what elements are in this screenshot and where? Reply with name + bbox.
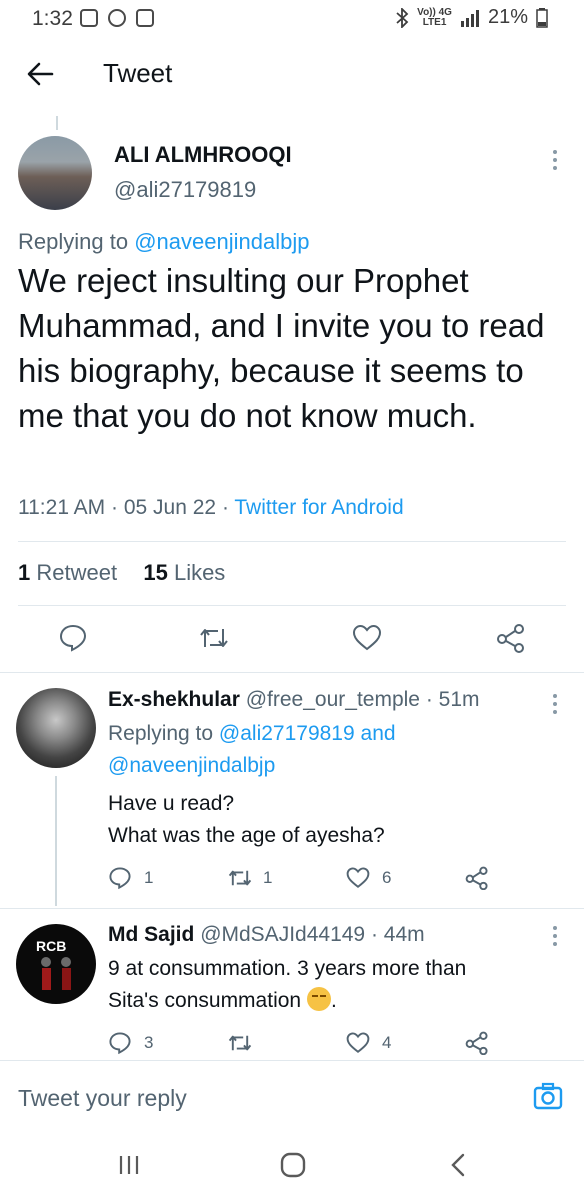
reply-age: 51m (438, 688, 480, 711)
back-arrow-icon[interactable] (26, 60, 54, 88)
battery-icon (536, 7, 548, 28)
thread-line (56, 116, 58, 130)
reply-avatar[interactable] (16, 688, 96, 768)
divider (18, 541, 566, 542)
retweet-button[interactable] (198, 623, 230, 653)
reply-input[interactable]: Tweet your reply (18, 1085, 187, 1112)
reply-icon (109, 867, 131, 890)
heart-icon (346, 867, 370, 889)
replying-to-link[interactable]: @ali27179819 (219, 722, 355, 745)
like-button[interactable]: 4 (346, 1031, 391, 1055)
retweet-button[interactable]: 1 (227, 866, 272, 890)
page-title: Tweet (103, 58, 173, 88)
retweet-icon (228, 870, 252, 886)
gallery-icon (80, 9, 98, 27)
tweet-source-link[interactable]: Twitter for Android (234, 496, 403, 519)
top-bar: Tweet (0, 48, 584, 104)
avatar-figures (41, 957, 71, 990)
reply-replying-to: Replying to @ali27179819 and @naveenjind… (108, 722, 396, 777)
battery-percent: 21% (487, 6, 528, 28)
reply-header: Md Sajid @MdSAJId44149 · 44m (108, 923, 425, 946)
signal-icon (460, 9, 479, 27)
more-options-icon[interactable] (553, 926, 557, 946)
recent-apps-icon[interactable] (118, 1154, 140, 1176)
bluetooth-icon (396, 7, 409, 28)
home-icon[interactable] (280, 1152, 306, 1178)
tweet-meta: 11:21 AM · 05 Jun 22 · Twitter for Andro… (18, 496, 404, 519)
system-navigation-bar (0, 1128, 584, 1200)
author-avatar[interactable] (18, 136, 92, 210)
whatsapp-icon (108, 9, 126, 27)
more-options-icon[interactable] (553, 694, 557, 714)
retweet-button[interactable] (227, 1031, 253, 1055)
reply-icon (59, 624, 87, 652)
reply-avatar[interactable]: RCB (16, 924, 96, 1004)
reply-header: Ex-shekhular @free_our_temple · 51m (108, 688, 480, 711)
reply-author-handle[interactable]: @free_our_temple (246, 688, 420, 711)
wifi-settings-icon (136, 9, 154, 27)
reply-author-handle[interactable]: @MdSAJId44149 (200, 923, 365, 946)
reply-text: Have u read? What was the age of ayesha? (108, 792, 385, 847)
reply-icon (109, 1032, 131, 1055)
status-time: 1:32 (32, 7, 73, 30)
compose-bar: Tweet your reply (0, 1060, 584, 1125)
retweet-icon (228, 1035, 252, 1051)
retweets-stat[interactable]: 1 Retweet (18, 560, 117, 585)
tweet-date: 05 Jun 22 (123, 496, 217, 519)
heart-icon (352, 624, 382, 651)
replying-to: Replying to @naveenjindalbjp (18, 229, 310, 254)
like-button[interactable] (352, 623, 382, 653)
tweet-stats: 1 Retweet 15 Likes (18, 560, 225, 586)
status-bar: 1:32 Vo)) 4G LTE1 21% (0, 0, 584, 38)
reply-button[interactable]: 1 (108, 866, 153, 890)
reply-author-name[interactable]: Md Sajid (108, 923, 194, 946)
reply-thread-line (55, 776, 57, 906)
share-icon (497, 624, 524, 653)
like-button[interactable]: 6 (346, 866, 391, 890)
divider (0, 908, 584, 909)
share-icon (465, 1031, 488, 1055)
share-button[interactable] (496, 623, 526, 653)
tweet-time: 11:21 AM (18, 496, 106, 519)
more-options-icon[interactable] (553, 150, 557, 170)
camera-icon[interactable] (533, 1081, 563, 1111)
retweet-icon (200, 629, 228, 647)
divider (0, 672, 584, 673)
reply-button[interactable] (58, 623, 88, 653)
smirk-emoji-icon (306, 987, 331, 1011)
likes-stat[interactable]: 15 Likes (143, 560, 225, 585)
heart-icon (346, 1032, 370, 1054)
back-icon[interactable] (450, 1153, 466, 1177)
divider (18, 605, 566, 606)
reply-age: 44m (383, 923, 425, 946)
author-handle[interactable]: @ali27179819 (114, 177, 256, 203)
tweet-text: We reject insulting our Prophet Muhammad… (18, 262, 545, 434)
reply-author-name[interactable]: Ex-shekhular (108, 688, 240, 711)
author-name[interactable]: ALI ALMHROOQI (114, 142, 292, 168)
share-icon (465, 866, 488, 890)
status-right: Vo)) 4G LTE1 21% (395, 6, 548, 29)
reply-button[interactable]: 3 (108, 1031, 153, 1055)
share-button[interactable] (465, 866, 489, 890)
replying-to-link[interactable]: @naveenjindalbjp (134, 229, 309, 254)
reply-text: 9 at consummation. 3 years more than Sit… (108, 957, 467, 1012)
replying-to-link[interactable]: @naveenjindalbjp (108, 754, 275, 777)
network-indicator: Vo)) 4G LTE1 (417, 6, 452, 28)
share-button[interactable] (465, 1031, 489, 1055)
